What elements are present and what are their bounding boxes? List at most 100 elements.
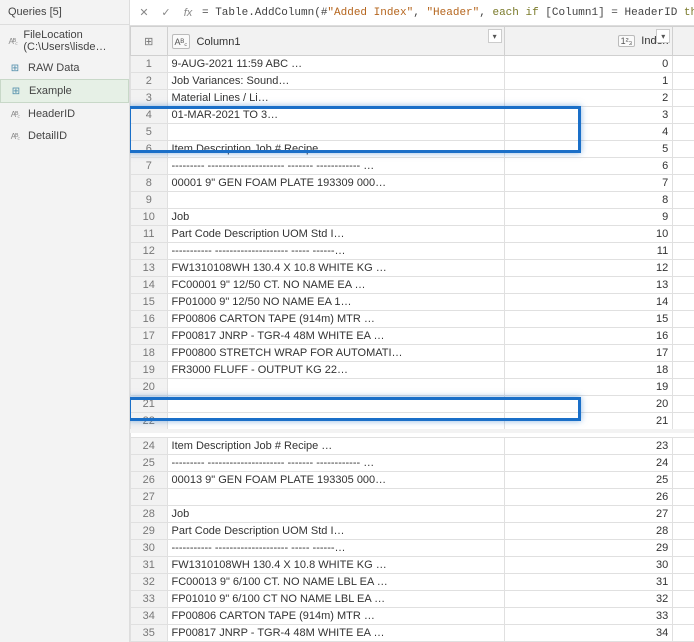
table-row[interactable]: 14 FC00001 9" 12/50 CT. NO NAME EA …13nu…	[131, 277, 694, 294]
cell-header[interactable]: null	[673, 56, 694, 73]
cell-index[interactable]: 26	[504, 488, 673, 505]
row-number[interactable]: 5	[131, 124, 168, 141]
cell-column1[interactable]	[167, 192, 504, 209]
row-number[interactable]: 30	[131, 539, 168, 556]
row-number[interactable]: 34	[131, 607, 168, 624]
cell-index[interactable]: 23	[504, 437, 673, 454]
row-number[interactable]: 3	[131, 90, 168, 107]
row-number[interactable]: 10	[131, 209, 168, 226]
cell-index[interactable]: 9	[504, 209, 673, 226]
cell-header[interactable]: null	[673, 260, 694, 277]
cell-index[interactable]: 5	[504, 141, 673, 158]
cell-header[interactable]: 23	[673, 437, 694, 454]
table-row[interactable]: 25--------- --------------------- ------…	[131, 454, 694, 471]
cell-column1[interactable]: FP00800 STRETCH WRAP FOR AUTOMATI…	[167, 345, 504, 362]
cell-header[interactable]: null	[673, 539, 694, 556]
table-row[interactable]: 34 FP00806 CARTON TAPE (914m) MTR …33nul…	[131, 607, 694, 624]
table-row[interactable]: 32 FC00013 9" 6/100 CT. NO NAME LBL EA ……	[131, 573, 694, 590]
cell-header[interactable]: null	[673, 226, 694, 243]
cell-column1[interactable]: FC00013 9" 6/100 CT. NO NAME LBL EA …	[167, 573, 504, 590]
cell-index[interactable]: 0	[504, 56, 673, 73]
cell-header[interactable]: null	[673, 522, 694, 539]
cell-index[interactable]: 14	[504, 294, 673, 311]
row-number[interactable]: 1	[131, 56, 168, 73]
cell-index[interactable]: 13	[504, 277, 673, 294]
row-number[interactable]: 28	[131, 505, 168, 522]
cell-index[interactable]: 18	[504, 362, 673, 379]
accept-icon[interactable]: ✓	[158, 5, 174, 21]
cell-header[interactable]: null	[673, 107, 694, 124]
cell-header[interactable]: null	[673, 209, 694, 226]
row-number[interactable]: 26	[131, 471, 168, 488]
cell-header[interactable]: null	[673, 175, 694, 192]
cell-column1[interactable]	[167, 396, 504, 413]
cell-index[interactable]: 28	[504, 522, 673, 539]
row-number[interactable]: 22	[131, 413, 168, 432]
table-row[interactable]: 19 FR3000 FLUFF - OUTPUT KG 22…18null	[131, 362, 694, 379]
table-row[interactable]: 10 Job9null	[131, 209, 694, 226]
formula-input[interactable]: = Table.AddColumn(#"Added Index", "Heade…	[202, 7, 694, 19]
query-item[interactable]: DetailID	[0, 125, 129, 147]
cell-column1[interactable]: Job	[167, 209, 504, 226]
cell-index[interactable]: 27	[504, 505, 673, 522]
table-row[interactable]: 18 FP00800 STRETCH WRAP FOR AUTOMATI…17n…	[131, 345, 694, 362]
cell-header[interactable]: null	[673, 328, 694, 345]
table-row[interactable]: 13 FW1310108WH 130.4 X 10.8 WHITE KG …12…	[131, 260, 694, 277]
cell-column1[interactable]: FW1310108WH 130.4 X 10.8 WHITE KG …	[167, 556, 504, 573]
query-item[interactable]: Example	[0, 79, 129, 103]
cell-index[interactable]: 4	[504, 124, 673, 141]
cell-column1[interactable]: 00013 9" GEN FOAM PLATE 193305 000…	[167, 471, 504, 488]
cell-header[interactable]: null	[673, 158, 694, 175]
table-row[interactable]: 16 FP00806 CARTON TAPE (914m) MTR …15nul…	[131, 311, 694, 328]
cell-header[interactable]: null	[673, 90, 694, 107]
cell-column1[interactable]: FC00001 9" 12/50 CT. NO NAME EA …	[167, 277, 504, 294]
data-grid[interactable]: ⊞ Aᴮ꜀ Column1 ▾ 1²₃ Index ▾ ABC123 Heade…	[130, 26, 694, 642]
cell-index[interactable]: 31	[504, 573, 673, 590]
row-number[interactable]: 24	[131, 437, 168, 454]
row-number[interactable]: 29	[131, 522, 168, 539]
row-number[interactable]: 25	[131, 454, 168, 471]
cell-column1[interactable]: Item Description Job # Recipe …	[167, 141, 504, 158]
cell-column1[interactable]	[167, 413, 504, 432]
cell-header[interactable]: null	[673, 345, 694, 362]
table-row[interactable]: 7--------- --------------------- -------…	[131, 158, 694, 175]
cell-index[interactable]: 15	[504, 311, 673, 328]
cell-index[interactable]: 2	[504, 90, 673, 107]
row-number[interactable]: 32	[131, 573, 168, 590]
row-number[interactable]: 20	[131, 379, 168, 396]
cell-header[interactable]: null	[673, 379, 694, 396]
cell-column1[interactable]: FP01010 9" 6/100 CT NO NAME LBL EA …	[167, 590, 504, 607]
cell-column1[interactable]: FW1310108WH 130.4 X 10.8 WHITE KG …	[167, 260, 504, 277]
cell-header[interactable]: null	[673, 573, 694, 590]
table-row[interactable]: 28 Job27null	[131, 505, 694, 522]
query-item[interactable]: HeaderID	[0, 103, 129, 125]
cancel-icon[interactable]: ✕	[136, 5, 152, 21]
cell-header[interactable]: null	[673, 471, 694, 488]
row-number[interactable]: 15	[131, 294, 168, 311]
cell-index[interactable]: 29	[504, 539, 673, 556]
cell-column1[interactable]	[167, 124, 504, 141]
cell-header[interactable]: null	[673, 124, 694, 141]
cell-column1[interactable]: ----------- -------------------- ----- -…	[167, 243, 504, 260]
cell-index[interactable]: 20	[504, 396, 673, 413]
cell-header[interactable]: null	[673, 413, 694, 432]
row-number[interactable]: 27	[131, 488, 168, 505]
cell-header[interactable]: null	[673, 624, 694, 641]
cell-header[interactable]: null	[673, 311, 694, 328]
table-row[interactable]: 2726null	[131, 488, 694, 505]
cell-header[interactable]: null	[673, 277, 694, 294]
table-row[interactable]: 2600013 9" GEN FOAM PLATE 193305 000…25n…	[131, 471, 694, 488]
cell-column1[interactable]: 00001 9" GEN FOAM PLATE 193309 000…	[167, 175, 504, 192]
cell-column1[interactable]: Part Code Description UOM Std I…	[167, 522, 504, 539]
cell-column1[interactable]: Part Code Description UOM Std I…	[167, 226, 504, 243]
table-row[interactable]: 11 Part Code Description UOM Std I…10nul…	[131, 226, 694, 243]
table-row[interactable]: 401-MAR-2021 TO 3…3null	[131, 107, 694, 124]
table-row[interactable]: 5 4null	[131, 124, 694, 141]
row-number[interactable]: 9	[131, 192, 168, 209]
row-number[interactable]: 31	[131, 556, 168, 573]
cell-column1[interactable]: FP01000 9" 12/50 NO NAME EA 1…	[167, 294, 504, 311]
table-row[interactable]: 2221null	[131, 413, 694, 432]
cell-column1[interactable]: Job	[167, 505, 504, 522]
row-number[interactable]: 16	[131, 311, 168, 328]
cell-column1[interactable]: Job Variances: Sound…	[167, 73, 504, 90]
